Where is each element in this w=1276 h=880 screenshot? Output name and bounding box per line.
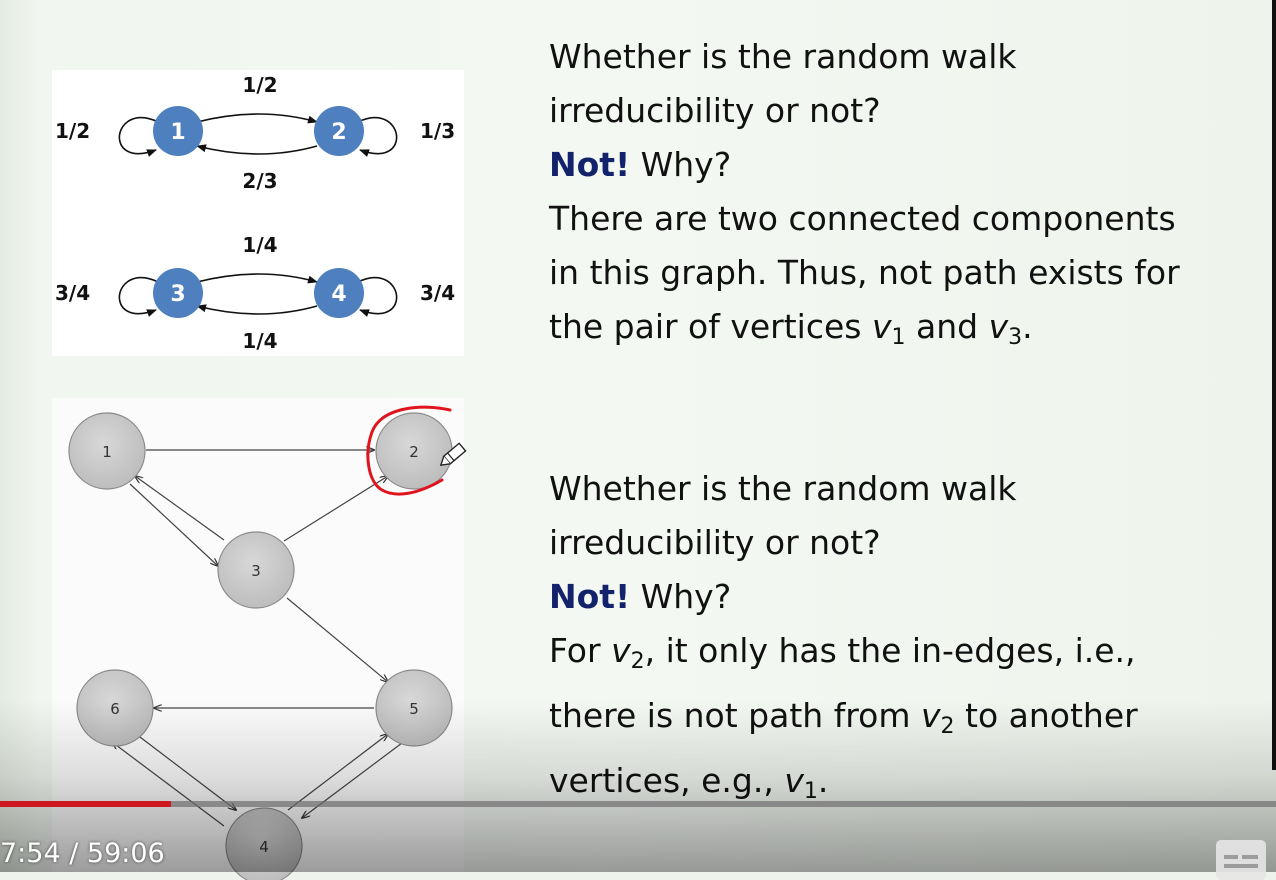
node-3-label: 3 bbox=[170, 282, 185, 307]
explanation-line-1: There are two connected components bbox=[549, 199, 1176, 238]
question-line-1: Whether is the random walk bbox=[549, 37, 1017, 76]
edge-label-4-3: 1/4 bbox=[242, 329, 277, 353]
g2-node-6-label: 6 bbox=[110, 700, 120, 718]
edge-3-to-2 bbox=[283, 476, 388, 542]
edge-3-to-5 bbox=[286, 597, 388, 682]
why-label: Why? bbox=[640, 145, 732, 184]
time-display: 7:54 / 59:06 bbox=[0, 838, 165, 869]
edge-1-to-3 bbox=[129, 483, 218, 566]
explanation-line-2: in this graph. Thus, not path exists for bbox=[549, 253, 1180, 292]
slide-edge bbox=[1272, 0, 1276, 770]
self-label-4: 3/4 bbox=[420, 281, 455, 305]
explanation-block-1: Whether is the random walk irreducibilit… bbox=[549, 30, 1269, 365]
answer-label: Not! bbox=[549, 145, 631, 184]
g2-node-1-label: 1 bbox=[102, 443, 112, 461]
explanation-block-2: Whether is the random walk irreducibilit… bbox=[549, 462, 1269, 819]
question-line-1b: Whether is the random walk bbox=[549, 469, 1017, 508]
answer-label-2: Not! bbox=[549, 577, 631, 616]
edge-4-to-5 bbox=[287, 734, 388, 811]
g2-node-3-label: 3 bbox=[251, 562, 261, 580]
lecture-slide: 1 2 1/2 2/3 1/2 1/3 3 4 1/4 1/4 3/4 3/4 bbox=[0, 0, 1276, 880]
edge-4-to-3 bbox=[196, 304, 318, 315]
question-line-2: irreducibility or not? bbox=[549, 91, 881, 130]
explanation-line-3: the pair of vertices v1 and v3. bbox=[549, 307, 1033, 350]
markov-chain-diagram-1: 1 2 1/2 2/3 1/2 1/3 3 4 1/4 1/4 3/4 3/4 bbox=[52, 70, 464, 356]
self-loop-1 bbox=[118, 116, 159, 157]
g2-node-2-label: 2 bbox=[409, 443, 419, 461]
progress-bar-fill bbox=[0, 801, 171, 807]
progress-bar[interactable] bbox=[0, 801, 1276, 807]
subtitles-button[interactable] bbox=[1216, 840, 1266, 880]
explanation-line-2b: there is not path from v2 to another bbox=[549, 696, 1138, 739]
edge-2-to-1 bbox=[196, 144, 318, 155]
why-label-2: Why? bbox=[640, 577, 732, 616]
g2-node-5-label: 5 bbox=[409, 700, 419, 718]
question-line-2b: irreducibility or not? bbox=[549, 523, 881, 562]
self-loop-2 bbox=[357, 116, 398, 157]
self-loop-3 bbox=[118, 276, 159, 317]
edge-label-3-4: 1/4 bbox=[242, 233, 277, 257]
node-2-label: 2 bbox=[331, 120, 346, 145]
edge-label-2-1: 2/3 bbox=[242, 169, 277, 193]
node-1-label: 1 bbox=[170, 120, 185, 145]
self-label-2: 1/3 bbox=[420, 119, 455, 143]
edge-3-to-4 bbox=[196, 273, 318, 284]
edge-1-to-2 bbox=[196, 113, 318, 124]
self-label-1: 1/2 bbox=[55, 119, 90, 143]
edge-4-to-6 bbox=[112, 742, 225, 827]
self-label-3: 3/4 bbox=[55, 281, 90, 305]
g2-node-4-label: 4 bbox=[259, 838, 269, 856]
node-4-label: 4 bbox=[331, 282, 346, 307]
edge-label-1-2: 1/2 bbox=[242, 73, 277, 97]
graph1-svg: 1 2 1/2 2/3 1/2 1/3 3 4 1/4 1/4 3/4 3/4 bbox=[55, 73, 455, 353]
explanation-line-1b: For v2, it only has the in-edges, i.e., bbox=[549, 631, 1136, 674]
explanation-line-3b: vertices, e.g., v1. bbox=[549, 761, 829, 804]
